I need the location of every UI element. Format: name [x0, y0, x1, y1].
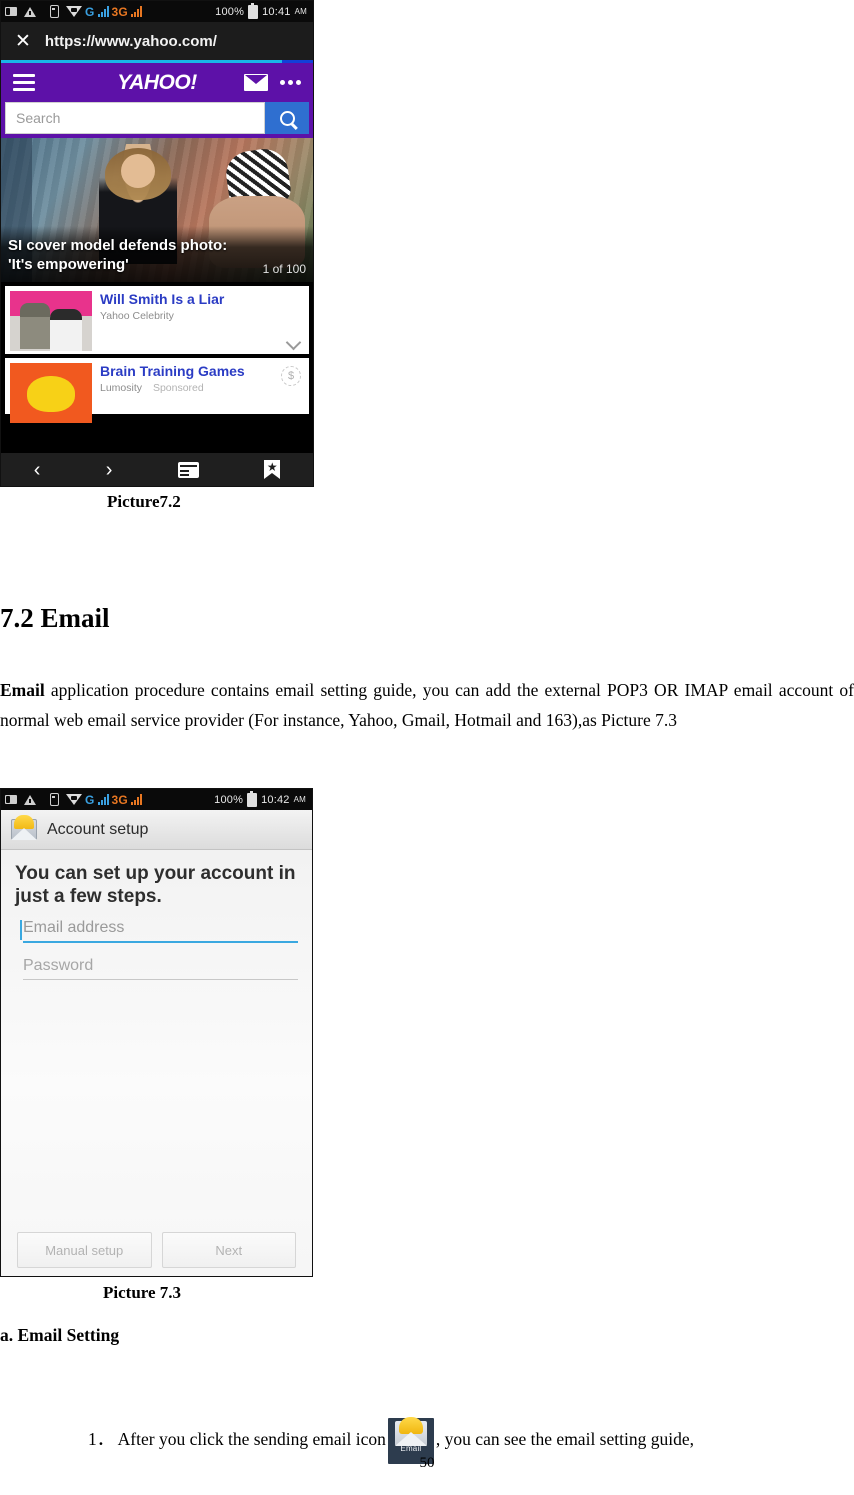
story-source-name: Lumosity [100, 382, 143, 394]
page-number: 50 [419, 1455, 435, 1471]
network-type-g: G [85, 792, 95, 807]
search-magnifier-icon [279, 110, 295, 126]
manual-setup-button[interactable]: Manual setup [17, 1232, 152, 1268]
sim-card-icon [50, 5, 59, 18]
story-source: Yahoo Celebrity [100, 310, 174, 322]
password-input[interactable]: Password [23, 957, 298, 980]
status-time: 10:42 [261, 793, 290, 806]
email-address-input[interactable]: Email address [20, 919, 298, 943]
status-ampm: AM [293, 795, 306, 804]
tabs-icon[interactable] [177, 461, 199, 478]
status-bar: G 3G 100% 10:42 AM [1, 789, 312, 810]
story-thumbnail [10, 291, 92, 351]
figure-caption-7-3: Picture 7.3 [103, 1283, 182, 1302]
account-setup-title: Account setup [47, 820, 149, 838]
status-time: 10:41 [262, 5, 291, 18]
warning-icon [24, 794, 36, 805]
account-setup-header: Account setup [1, 810, 312, 850]
screenshot-browser-yahoo: G 3G 100% 10:41 AM ✕ https://www.yahoo.c… [0, 0, 314, 487]
story-source: Lumosity Sponsored [100, 382, 304, 394]
hero-headline: SI cover model defends photo: 'It's empo… [8, 236, 227, 274]
sim-card-icon [50, 793, 59, 806]
status-ampm: AM [294, 7, 307, 16]
account-setup-body: You can set up your account in just a fe… [1, 850, 312, 1276]
signal-bars-icon-1 [97, 794, 109, 805]
battery-icon [247, 790, 258, 807]
hero-story[interactable]: SI cover model defends photo: 'It's empo… [1, 138, 313, 282]
step-1-suffix: , you can see the email setting guide, [435, 1429, 694, 1450]
back-icon[interactable]: ‹ [34, 460, 41, 480]
setup-instruction-line2: just a few steps. [15, 886, 162, 907]
battery-percent: 100% [215, 5, 245, 18]
forward-icon[interactable]: › [106, 460, 113, 480]
setup-instruction: You can set up your account in just a fe… [15, 862, 298, 908]
bookmark-icon[interactable] [264, 460, 281, 479]
paragraph-body: application procedure contains email set… [0, 680, 854, 730]
status-bar: G 3G 100% 10:41 AM [1, 1, 313, 22]
signal-bars-icon-1 [97, 6, 109, 17]
browser-bottom-nav: ‹ › [1, 453, 313, 486]
setup-instruction-line1: You can set up your account in [15, 863, 296, 884]
browser-url-bar[interactable]: ✕ https://www.yahoo.com/ [1, 22, 313, 60]
network-type-g: G [85, 4, 95, 19]
network-type-3g: 3G [111, 792, 128, 807]
wifi-icon [66, 794, 82, 805]
wifi-icon [66, 6, 82, 17]
section-subheading: a. Email Setting [0, 1325, 120, 1345]
url-text[interactable]: https://www.yahoo.com/ [45, 33, 217, 50]
screenshot-account-setup: G 3G 100% 10:42 AM Account setup You can… [0, 788, 313, 1277]
intro-paragraph: Email application procedure contains ema… [0, 675, 854, 735]
mail-envelope-icon[interactable] [244, 74, 268, 91]
step-1-prefix: 1． After you click the sending email ico… [88, 1429, 386, 1450]
network-type-3g: 3G [111, 4, 128, 19]
signal-bars-icon-2 [130, 794, 142, 805]
sms-icon [5, 7, 17, 16]
page-title: 7.2 Email [0, 603, 110, 633]
story-thumbnail [10, 363, 92, 423]
story-card[interactable]: Brain Training Games Lumosity Sponsored … [5, 358, 309, 423]
warning-icon [24, 6, 36, 17]
battery-percent: 100% [214, 793, 244, 806]
search-input[interactable]: Search [5, 102, 265, 134]
next-button[interactable]: Next [161, 1232, 296, 1268]
search-button[interactable] [265, 102, 309, 134]
account-setup-footer: Manual setup Next [1, 1232, 312, 1268]
yahoo-header: YAHOO! [1, 63, 313, 102]
ad-info-icon[interactable]: $ [281, 366, 301, 386]
sponsored-label: Sponsored [152, 382, 204, 394]
paragraph-bold-lead: Email [0, 680, 45, 700]
battery-icon [248, 2, 259, 19]
figure-caption-7-2: Picture7.2 [107, 492, 181, 511]
more-dots-icon[interactable] [280, 80, 301, 85]
hero-headline-line1: SI cover model defends photo: [8, 237, 228, 254]
sms-icon [5, 795, 17, 804]
story-card[interactable]: Will Smith Is a Liar Yahoo Celebrity [5, 286, 309, 354]
hero-counter: 1 of 100 [262, 262, 306, 276]
hero-headline-line2: 'It's empowering' [8, 256, 129, 273]
signal-bars-icon-2 [130, 6, 142, 17]
story-title[interactable]: Brain Training Games [100, 363, 304, 379]
story-title[interactable]: Will Smith Is a Liar [100, 291, 304, 307]
email-envelope-icon [11, 815, 37, 840]
search-row: Search [1, 102, 313, 138]
close-icon[interactable]: ✕ [15, 32, 31, 51]
